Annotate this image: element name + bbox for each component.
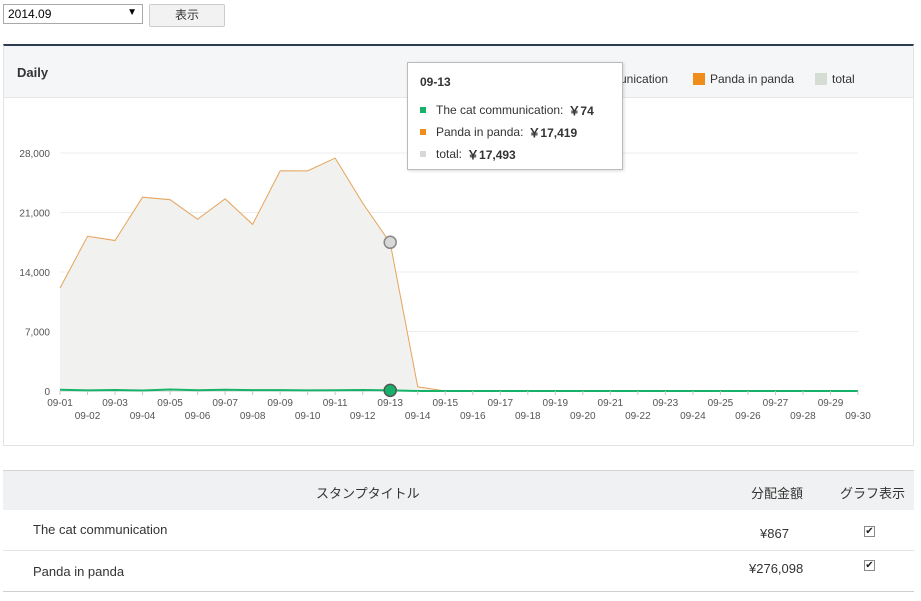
x-tick-label: 09-01 (47, 398, 73, 409)
tooltip-value: ￥17,419 (528, 125, 578, 140)
x-tick-label: 09-10 (295, 411, 321, 422)
x-tick-label: 09-06 (185, 411, 211, 422)
legend-item-total[interactable]: total (815, 72, 855, 86)
graph-checkbox[interactable]: ✔ (864, 560, 875, 571)
stamp-title: The cat communication (33, 522, 168, 537)
stamp-table: スタンプタイトル 分配金額 グラフ表示 The cat communicatio… (3, 470, 914, 592)
tooltip-row: total: ￥17,493 (420, 143, 610, 165)
tooltip-label: Panda in panda: (436, 125, 524, 139)
hover-marker-cat (383, 383, 397, 398)
x-tick-label: 09-22 (625, 411, 651, 422)
y-tick-label: 0 (44, 387, 50, 398)
table-row: The cat communication ¥867 ✔ (3, 510, 914, 551)
x-tick-label: 09-19 (543, 398, 569, 409)
legend-item-panda[interactable]: Panda in panda (693, 72, 794, 86)
show-button[interactable]: 表示 (149, 4, 225, 27)
legend-label-cat: unication (620, 72, 669, 86)
tooltip-row: Panda in panda: ￥17,419 (420, 121, 610, 143)
x-tick-label: 09-21 (598, 398, 624, 409)
x-tick-label: 09-28 (790, 411, 816, 422)
stamp-amount: ¥867 (760, 526, 789, 541)
x-tick-label: 09-25 (708, 398, 734, 409)
tooltip-dot-total (420, 151, 426, 157)
y-tick-label: 21,000 (19, 209, 50, 220)
x-tick-label: 09-29 (818, 398, 844, 409)
column-header-graph[interactable]: グラフ表示 (840, 483, 905, 502)
y-tick-label: 28,000 (19, 149, 50, 160)
month-select-value: 2014.09 (8, 7, 52, 21)
chart-tooltip: 09-13 The cat communication: ￥74 Panda i… (407, 62, 623, 170)
x-tick-label: 09-18 (515, 411, 541, 422)
y-tick-label: 7,000 (25, 328, 50, 339)
x-tick-label: 09-14 (405, 411, 431, 422)
x-tick-label: 09-09 (267, 398, 293, 409)
x-tick-label: 09-07 (212, 398, 238, 409)
table-row: Panda in panda ¥276,098 ✔ (3, 551, 914, 592)
tooltip-label: The cat communication: (436, 103, 564, 117)
x-tick-label: 09-11 (323, 398, 348, 409)
x-tick-label: 09-05 (157, 398, 183, 409)
tooltip-label: total: (436, 147, 463, 161)
legend-item-cat[interactable]: unication (620, 72, 668, 86)
x-tick-label: 09-08 (240, 411, 266, 422)
x-tick-label: 09-30 (845, 411, 871, 422)
x-tick-label: 09-04 (130, 411, 156, 422)
y-tick-label: 14,000 (19, 268, 50, 279)
stamp-amount: ¥276,098 (749, 561, 804, 576)
x-tick-label: 09-15 (432, 398, 458, 409)
x-tick-label: 09-27 (763, 398, 789, 409)
toolbar: 2014.09 ▼ 表示 (3, 4, 243, 28)
table-header: スタンプタイトル 分配金額 グラフ表示 (3, 470, 914, 510)
tooltip-value: ￥17,493 (467, 147, 516, 162)
legend-label-panda: Panda in panda (710, 72, 795, 86)
tooltip-title: 09-13 (420, 75, 451, 89)
x-tick-label: 09-26 (735, 411, 761, 422)
dropdown-arrow-icon: ▼ (127, 7, 137, 18)
column-header-amount[interactable]: 分配金額 (751, 483, 803, 502)
legend-swatch-panda (693, 73, 705, 85)
tooltip-dot-cat (420, 107, 426, 113)
tooltip-row: The cat communication: ￥74 (420, 99, 610, 121)
x-tick-label: 09-13 (377, 398, 403, 409)
tooltip-value: ￥74 (568, 103, 594, 118)
graph-checkbox[interactable]: ✔ (864, 526, 875, 537)
x-tick-label: 09-03 (102, 398, 128, 409)
x-tick-label: 09-16 (460, 411, 486, 422)
x-tick-label: 09-02 (75, 411, 101, 422)
hover-marker-total (383, 235, 397, 250)
x-tick-label: 09-17 (487, 398, 513, 409)
series-area-total (60, 157, 858, 391)
stamp-title: Panda in panda (33, 564, 125, 579)
tooltip-dot-panda (420, 129, 426, 135)
legend-label-total: total (832, 72, 855, 86)
x-tick-label: 09-20 (570, 411, 596, 422)
column-header-title[interactable]: スタンプタイトル (316, 483, 420, 502)
month-select[interactable]: 2014.09 ▼ (3, 4, 143, 24)
x-tick-label: 09-24 (680, 411, 706, 422)
x-tick-label: 09-12 (350, 411, 376, 422)
legend-swatch-total (815, 73, 827, 85)
x-tick-label: 09-23 (653, 398, 679, 409)
